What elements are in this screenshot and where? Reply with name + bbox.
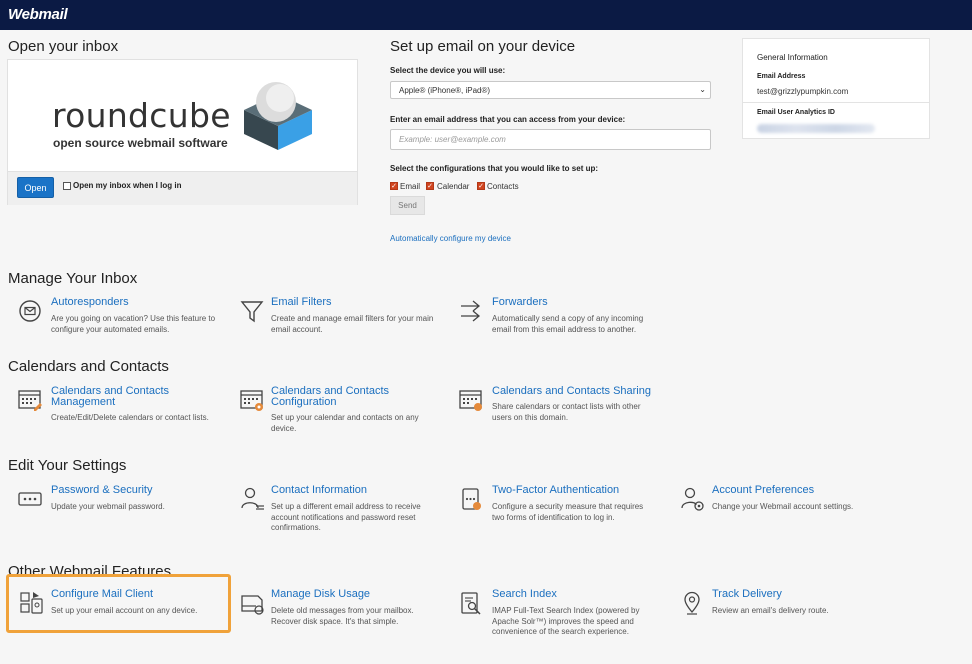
calendars-management-desc: Create/Edit/Delete calendars or contact … [51,413,209,422]
inbox-footer: Open Open my inbox when I log in [8,171,357,205]
open-on-login-label: Open my inbox when I log in [73,181,182,190]
analytics-id-blurred-value [757,124,875,133]
contacts-config-checkbox[interactable]: ✓ [477,182,485,190]
chevron-down-icon: ⌄ [699,85,706,94]
search-index-desc: IMAP Full-Text Search Index (powered by A… [492,606,640,636]
device-label: Select the device you will use: [390,66,506,75]
setup-heading: Set up email on your device [390,38,576,55]
top-bar: Webmail [0,0,972,30]
password-security-link[interactable]: Password & Security [51,485,152,496]
email-address-heading: Email Address [757,73,806,80]
section-heading: Edit Your Settings [8,457,127,474]
contact-information-link[interactable]: Contact Information [271,485,367,496]
contact-information-desc: Set up a different email address to rece… [271,502,421,532]
forward-icon [461,300,481,322]
webmail-logo[interactable]: Webmail [8,6,68,23]
search-index-icon [461,592,481,615]
account-preferences-link[interactable]: Account Preferences [712,485,814,496]
calendars-sharing-desc: Share calendars or contact lists with ot… [492,402,641,422]
general-info-title: General Information [757,53,828,62]
calendars-management-link[interactable]: Calendars and Contacts Management [51,386,169,408]
info-divider [743,102,929,103]
email-filters-desc: Create and manage email filters for your… [271,314,434,334]
manage-disk-usage-desc: Delete old messages from your mailbox. Re… [271,606,414,626]
open-on-login-checkbox[interactable] [63,182,71,190]
open-inbox-heading: Open your inbox [8,38,119,55]
forwarders-link[interactable]: Forwarders [492,297,548,308]
roundcube-tagline: open source webmail software [53,136,228,150]
email-config-checkbox[interactable]: ✓ [390,182,398,190]
calendar-edit-icon [18,390,42,411]
password-security-desc: Update your webmail password. [51,502,165,511]
autoresponder-icon [19,300,41,322]
device-select[interactable]: Apple® (iPhone®, iPad®) ⌄ [390,81,711,99]
password-icon [18,492,42,506]
account-prefs-icon [681,487,704,511]
device-email-input[interactable]: Example: user@example.com [390,129,711,150]
two-factor-desc: Configure a security measure that requir… [492,502,644,522]
track-delivery-link[interactable]: Track Delivery [712,589,782,600]
configure-mail-client-highlight [6,574,231,633]
roundcube-wordmark: roundcube [52,96,231,135]
calendars-sharing-link[interactable]: Calendars and Contacts Sharing [492,386,651,397]
contact-icon [241,487,264,510]
analytics-id-heading: Email User Analytics ID [757,109,835,116]
forwarders-desc: Automatically send a copy of any incomin… [492,314,644,334]
two-factor-icon [462,488,481,510]
email-config-label: Email [400,182,421,191]
device-select-value: Apple® (iPhone®, iPad®) [399,86,491,95]
autoresponders-desc: Are you going on vacation? Use this feat… [51,314,216,334]
send-button[interactable]: Send [390,196,425,215]
autoresponders-link[interactable]: Autoresponders [51,297,129,308]
open-inbox-panel: roundcube open source webmail software O… [7,59,358,205]
calendars-configuration-link[interactable]: Calendars and Contacts Configuration [271,386,389,408]
general-info-card: General Information Email Address test@g… [742,38,930,139]
track-delivery-icon [684,591,700,615]
filter-icon [240,301,264,323]
calendar-config-icon [240,390,263,411]
calendar-share-icon [459,390,482,411]
roundcube-banner: roundcube open source webmail software [8,60,357,171]
disk-icon [241,595,264,615]
section-heading: Manage Your Inbox [8,270,138,287]
calendars-configuration-desc: Set up your calendar and contacts on any… [271,413,419,433]
two-factor-link[interactable]: Two-Factor Authentication [492,485,619,496]
manage-disk-usage-link[interactable]: Manage Disk Usage [271,589,370,600]
search-index-link[interactable]: Search Index [492,589,557,600]
track-delivery-desc: Review an email's delivery route. [712,606,829,615]
account-preferences-desc: Change your Webmail account settings. [712,502,854,511]
email-address-value: test@grizzlypumpkin.com [757,87,849,96]
auto-configure-link[interactable]: Automatically configure my device [390,234,511,243]
section-heading: Calendars and Contacts [8,358,169,375]
calendar-config-checkbox[interactable]: ✓ [426,182,434,190]
config-label: Select the configurations that you would… [390,164,599,173]
open-inbox-button[interactable]: Open [17,177,54,198]
email-filters-link[interactable]: Email Filters [271,297,332,308]
email-address-label: Enter an email address that you can acce… [390,115,626,124]
roundcube-logo-icon [244,82,312,150]
contacts-config-label: Contacts [487,182,519,191]
calendar-config-label: Calendar [437,182,470,191]
